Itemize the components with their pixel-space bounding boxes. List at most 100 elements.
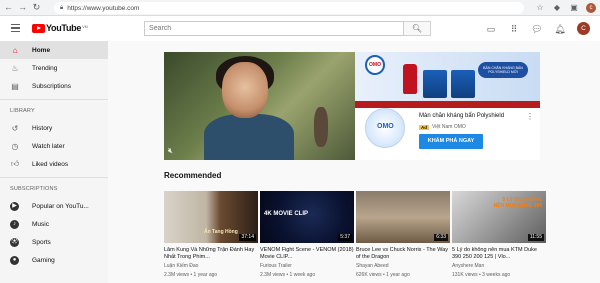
recommended-heading: Recommended — [164, 171, 222, 180]
ad-sponsor-line: Ad Việt Nam OMO — [419, 124, 466, 130]
duration-badge: 5:37 — [338, 234, 352, 241]
browser-toolbar: ← → ↻ 🔒︎ https://www.youtube.com ☆ ◆ ▣ c — [0, 0, 600, 16]
video-meta: 2.3M views • 1 year ago — [164, 271, 218, 278]
video-thumbnail[interactable]: 5 LÝ DO KHÔNG NÊN MUA DUKE 390 11:55 — [452, 191, 546, 243]
clock-icon: ◷ — [11, 141, 19, 151]
bookmark-star-icon[interactable]: ☆ — [535, 3, 545, 13]
detergent-bag-image — [423, 70, 447, 98]
mute-icon[interactable]: 🔇︎ — [168, 146, 173, 156]
browser-profile-avatar[interactable]: c — [586, 3, 596, 13]
video-channel[interactable]: Furious Trailer — [260, 263, 354, 270]
lock-icon: 🔒︎ — [60, 4, 64, 11]
messages-icon[interactable]: 💬︎ — [531, 23, 543, 35]
popular-channel-icon: ▶ — [10, 201, 19, 211]
video-thumbnail[interactable]: Ấn Tang Hồng 37:14 — [164, 191, 258, 243]
banner-tagline: BẢN CHĂN KHÁNG BẨN POLYSHIELD MỚI — [478, 62, 528, 78]
thumbnail-caption: 4K MOVIE CLIP — [264, 211, 309, 217]
video-thumbnail[interactable]: 4K MOVIE CLIP 5:37 — [260, 191, 354, 243]
video-title[interactable]: 5 Lý do không nên mua KTM Duke 390 250 2… — [452, 247, 546, 261]
ad-title[interactable]: Màn chăn kháng bẩn Polyshield — [419, 113, 504, 119]
subscriptions-icon: ▤ — [11, 81, 19, 91]
menu-icon[interactable] — [11, 24, 20, 33]
home-icon: ⌂ — [12, 45, 18, 55]
browse-content: 🔇︎ OMO BẢN CHĂN KHÁNG BẨN POLYSHIELD MỚI… — [108, 41, 600, 283]
video-channel[interactable]: Luận Kiếm Đao — [164, 263, 258, 270]
sidebar-divider — [0, 177, 108, 178]
sidebar-item-label: History — [32, 124, 53, 132]
music-channel-icon: ♪ — [10, 219, 19, 229]
sidebar-item-watch-later[interactable]: ◷ Watch later — [0, 137, 108, 155]
video-card[interactable]: 5 LÝ DO KHÔNG NÊN MUA DUKE 390 11:55 5 L… — [452, 191, 546, 278]
video-thumbnail[interactable]: 6:33 — [356, 191, 450, 243]
hero-person-face — [222, 62, 268, 118]
sidebar-item-trending[interactable]: ♨ Trending — [0, 59, 108, 77]
ad-brand-text: OMO — [377, 123, 394, 130]
omo-logo-text: OMO — [369, 62, 381, 68]
omo-brand-logo: OMO — [365, 55, 385, 75]
video-card[interactable]: Ấn Tang Hồng 37:14 Lâm Kung Và Những Trậ… — [164, 191, 258, 278]
gaming-channel-icon: ● — [10, 255, 19, 265]
search-button[interactable]: 🔍︎ — [404, 21, 431, 36]
logo-text: YouTube — [46, 23, 82, 33]
hero-background-child — [314, 107, 328, 147]
ad-info-card: OMO Màn chăn kháng bẩn Polyshield Ad Việ… — [355, 108, 540, 160]
sidebar-item-label: Subscriptions — [32, 82, 72, 90]
thumbnail-caption: 5 LÝ DO KHÔNG NÊN MUA DUKE 390 — [493, 197, 542, 209]
guide-sidebar: ⌂ Home ♨ Trending ▤ Subscriptions LIBRAR… — [0, 41, 108, 283]
address-bar[interactable]: 🔒︎ https://www.youtube.com — [54, 2, 524, 14]
shield-icon[interactable]: ▣ — [569, 3, 579, 13]
duration-badge: 37:14 — [239, 234, 256, 241]
play-logo-icon — [32, 23, 45, 33]
video-title[interactable]: Lâm Kung Và Những Trận Đánh Hay Nhất Tro… — [164, 247, 258, 261]
search-icon: 🔍︎ — [411, 24, 423, 33]
sidebar-item-label: Popular on YouTu... — [32, 202, 89, 210]
sidebar-item-label: Liked videos — [32, 160, 69, 168]
search-input[interactable] — [144, 21, 404, 36]
back-icon[interactable]: ← — [3, 2, 14, 13]
ad-cta-button[interactable]: KHÁM PHÁ NGAY — [419, 134, 483, 149]
sidebar-item-subscriptions[interactable]: ▤ Subscriptions — [0, 77, 108, 95]
address-url: https://www.youtube.com — [67, 4, 140, 12]
video-meta: 2.3M views • 1 week ago — [260, 271, 316, 278]
extension-icon[interactable]: ◆ — [552, 3, 562, 13]
apps-grid-icon[interactable]: ⠿ — [508, 23, 520, 35]
sidebar-item-gaming[interactable]: ● Gaming — [0, 251, 108, 269]
sidebar-item-popular[interactable]: ▶ Popular on YouTu... — [0, 197, 108, 215]
youtube-logo[interactable]: YouTube VN — [32, 23, 88, 33]
sidebar-item-label: Gaming — [32, 256, 55, 264]
sidebar-item-label: Trending — [32, 64, 58, 72]
duration-badge: 11:55 — [527, 234, 544, 241]
ad-badge: Ad — [419, 124, 429, 130]
sidebar-item-music[interactable]: ♪ Music — [0, 215, 108, 233]
video-title[interactable]: VENOM Fight Scene - VENOM (2018) Movie C… — [260, 247, 354, 261]
more-options-icon[interactable]: ⋮ — [526, 112, 534, 121]
video-meta: 131K views • 3 weeks ago — [452, 271, 511, 278]
forward-icon[interactable]: → — [17, 2, 28, 13]
masthead-ad-video[interactable]: 🔇︎ — [164, 52, 355, 160]
sidebar-item-liked-videos[interactable]: 👍︎ Liked videos — [0, 155, 108, 173]
video-card[interactable]: 4K MOVIE CLIP 5:37 VENOM Fight Scene - V… — [260, 191, 354, 278]
sidebar-divider — [0, 99, 108, 100]
detergent-bag-image — [451, 70, 475, 98]
sports-channel-icon: ⚽︎ — [10, 237, 19, 247]
notifications-bell-icon[interactable]: 🔔︎ — [554, 23, 566, 35]
create-video-icon[interactable]: ▭ — [485, 23, 497, 35]
sidebar-item-label: Music — [32, 220, 49, 228]
sidebar-item-history[interactable]: ↺ History — [0, 119, 108, 137]
subscriptions-heading: SUBSCRIPTIONS — [10, 186, 58, 192]
reload-icon[interactable]: ↻ — [31, 2, 42, 13]
account-avatar[interactable]: C — [577, 22, 590, 35]
sidebar-item-home[interactable]: ⌂ Home — [0, 41, 108, 59]
thumbnail-caption: Ấn Tang Hồng — [204, 229, 238, 235]
sidebar-item-sports[interactable]: ⚽︎ Sports — [0, 233, 108, 251]
logo-country-code: VN — [82, 23, 88, 29]
ad-brand-circle[interactable]: OMO — [365, 108, 405, 148]
video-channel[interactable]: Shayan Abeed — [356, 263, 450, 270]
hero-person-body — [204, 114, 294, 160]
library-heading: LIBRARY — [10, 108, 35, 114]
video-title[interactable]: Bruce Lee vs Chuck Norris - The Way of t… — [356, 247, 450, 261]
video-card[interactable]: 6:33 Bruce Lee vs Chuck Norris - The Way… — [356, 191, 450, 278]
video-channel[interactable]: Anyshere Man — [452, 263, 546, 270]
ad-sponsor-name: Việt Nam OMO — [432, 124, 466, 130]
ad-banner-image[interactable]: OMO BẢN CHĂN KHÁNG BẨN POLYSHIELD MỚI — [355, 52, 540, 108]
